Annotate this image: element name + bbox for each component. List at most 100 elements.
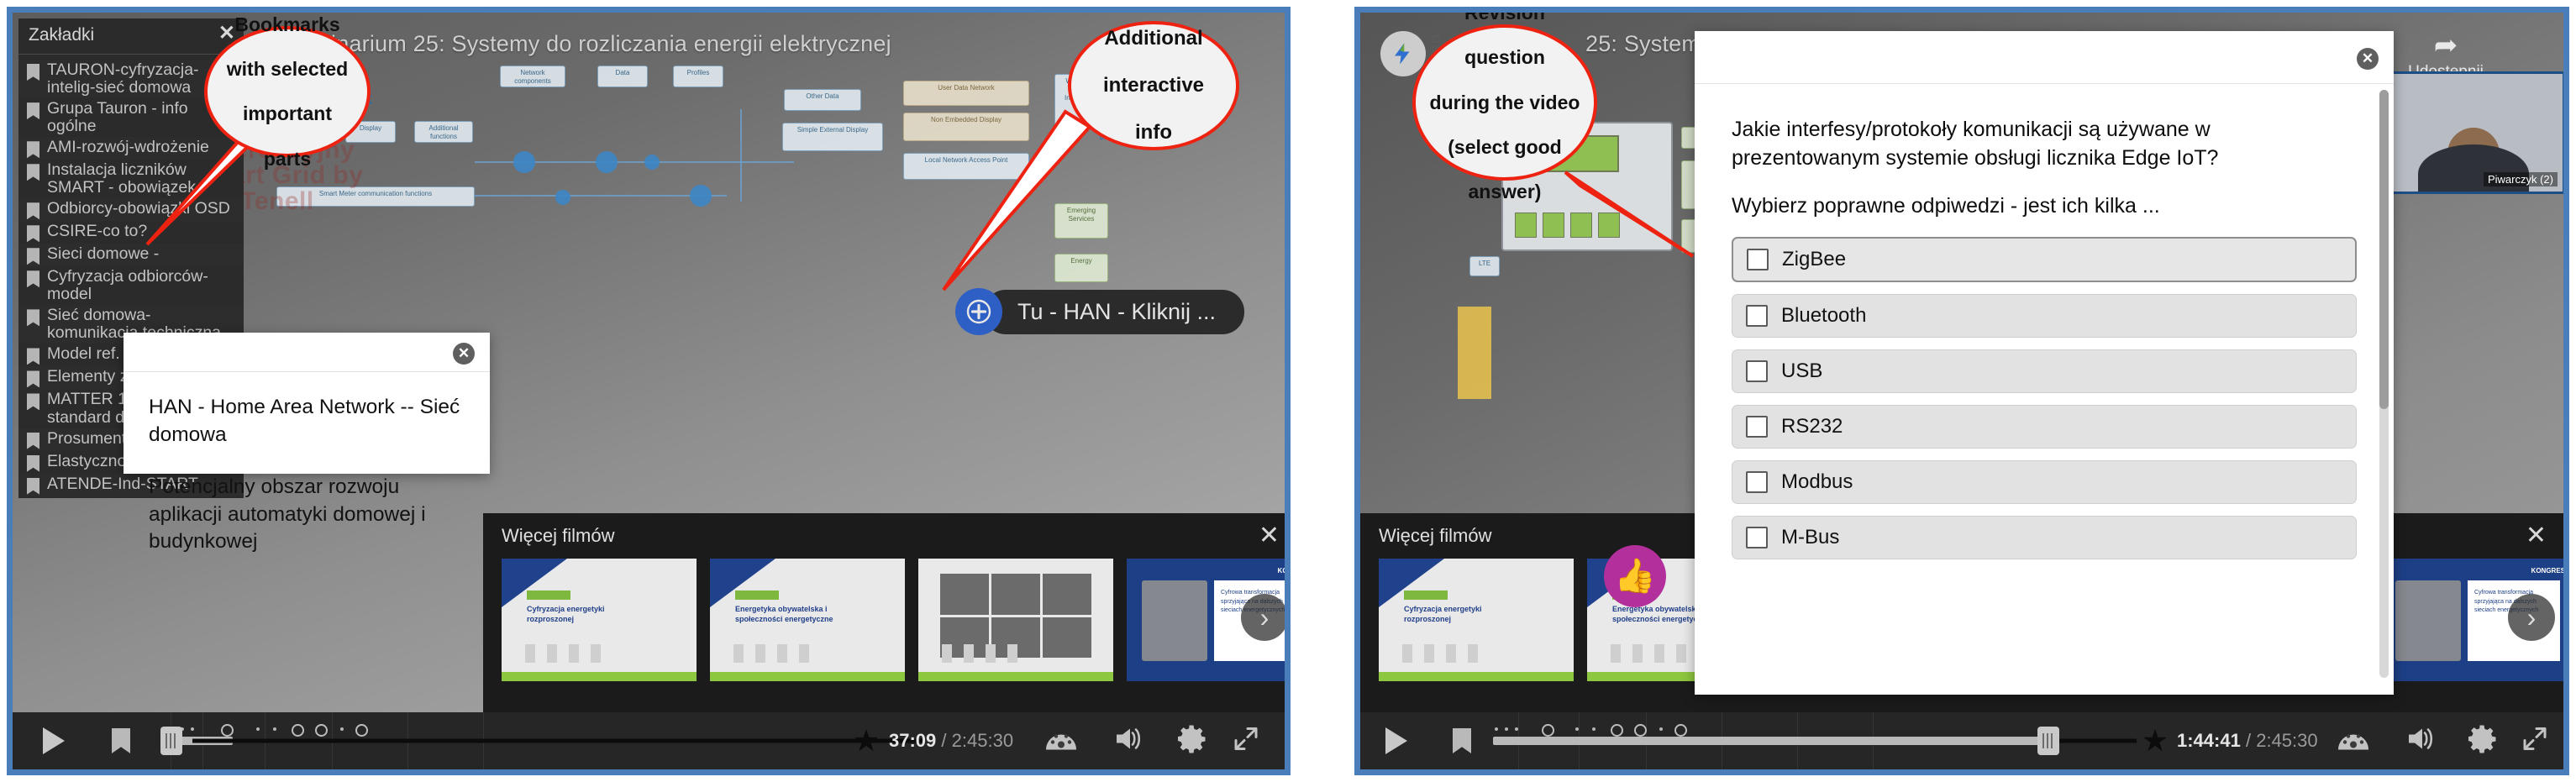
play-button[interactable] (1385, 727, 1407, 754)
chapter-markers (1493, 719, 1795, 737)
settings-button[interactable] (1177, 725, 1206, 758)
bookmarks-header: Zakładki ✕ (18, 18, 244, 55)
left-hotspot-label[interactable]: Tu - HAN - Kliknij ... (984, 289, 1245, 334)
seek-track[interactable] (192, 738, 925, 743)
participant-video-tile[interactable]: Piwarczyk (2) (2382, 71, 2563, 194)
chevron-right-icon[interactable]: › (2508, 594, 2555, 641)
bookmark-item[interactable]: CSIRE-co to? (18, 221, 244, 244)
revision-question-callout: Revision question during the video (sele… (1412, 13, 1597, 202)
star-marker-icon[interactable] (2143, 729, 2167, 752)
quiz-option[interactable]: ZigBee (1732, 237, 2357, 282)
speed-button[interactable] (1044, 725, 1078, 758)
quiz-option[interactable]: Bluetooth (1732, 294, 2357, 338)
bookmark-icon (27, 348, 39, 365)
bookmark-icon (27, 248, 39, 265)
checkbox-icon[interactable] (1746, 471, 1768, 493)
checkbox-icon[interactable] (1746, 305, 1768, 327)
slide-box: Emerging Services (1054, 203, 1108, 239)
close-icon[interactable]: ✕ (2526, 523, 2547, 548)
slide-box: Local Network Access Point (903, 153, 1029, 180)
bookmark-item[interactable]: AMI-rozwój-wdrożenie (18, 137, 244, 160)
screenshot-root: 1 Seminarium 25: Systemy do rozliczania … (0, 0, 2576, 782)
left-info-popup: ✕ HAN - Home Area Network -- Sieć domowa… (124, 333, 490, 553)
close-icon[interactable]: ✕ (1259, 523, 1280, 548)
quiz-popup-body: Jakie interfesy/protokoły komunikacji są… (1695, 84, 2394, 559)
bookmark-item[interactable]: Instalacja liczników SMART - obowiązek (18, 160, 244, 198)
gear-icon (2468, 725, 2496, 753)
right-video-canvas[interactable]: 25: Systemy ... Edge IoT ... PRZESTRZEŃ … (1360, 13, 2563, 769)
bookmark-icon (27, 370, 39, 388)
left-timecode: 37:09 / 2:45:30 (889, 730, 1014, 751)
video-thumbnail[interactable]: Cyfryzacja energetyki rozproszonej (502, 559, 697, 681)
bookmark-icon (27, 432, 39, 449)
share-icon: ➦ (2433, 29, 2458, 61)
bookmark-icon (27, 454, 39, 472)
play-button[interactable] (43, 727, 65, 754)
bookmark-item[interactable]: Sieci domowe - (18, 244, 244, 266)
checkbox-icon[interactable] (1746, 360, 1768, 382)
bookmark-icon (27, 393, 39, 411)
quiz-option[interactable]: Modbus (1732, 460, 2357, 504)
volume-icon (2409, 728, 2433, 749)
slide-box: LTE (1469, 256, 1500, 276)
checkbox-icon[interactable] (1746, 527, 1768, 548)
seek-handle[interactable] (160, 727, 182, 755)
volume-button[interactable] (2405, 725, 2439, 758)
interactive-info-callout: Additional interactive info (1068, 21, 1239, 150)
slide-box: Simple External Display (782, 123, 883, 151)
thumbs-up-icon[interactable]: 👍 (1604, 545, 1666, 607)
left-thumbnail-strip[interactable]: Cyfryzacja energetyki rozproszonej Energ… (502, 559, 1285, 681)
left-hotspot-button[interactable]: Tu - HAN - Kliknij ... (955, 288, 1245, 335)
fullscreen-button[interactable] (1233, 726, 1259, 757)
close-icon[interactable]: ✕ (453, 343, 475, 365)
bookmark-icon (27, 202, 39, 220)
quiz-popup-header: ✕ (1695, 31, 2394, 84)
plus-circle-icon[interactable] (955, 288, 1002, 335)
info-popup-header: ✕ (124, 333, 490, 372)
fullscreen-icon (1234, 727, 1258, 750)
fullscreen-button[interactable] (2521, 726, 2548, 757)
play-icon (1385, 727, 1407, 754)
speed-icon (2338, 734, 2368, 750)
bookmark-icon (27, 225, 39, 243)
left-video-canvas[interactable]: 1 Seminarium 25: Systemy do rozliczania … (13, 13, 1285, 769)
quiz-option[interactable]: USB (1732, 349, 2357, 393)
video-thumbnail[interactable]: Energetyka obywatelska i społeczności en… (710, 559, 905, 681)
bookmark-item[interactable]: Odbiorcy-obowiązki OSD (18, 198, 244, 221)
close-icon[interactable]: ✕ (2357, 48, 2379, 70)
quiz-scrollbar-thumb[interactable] (2379, 90, 2389, 409)
slide-box: User Data Network (903, 81, 1029, 106)
bookmark-item[interactable]: Cyfryzacja odbiorców- model (18, 266, 244, 305)
bookmarks-callout: Bookmarks with selected important parts (204, 13, 371, 170)
slide-box: Profiles (673, 66, 723, 87)
bookmark-icon (1453, 728, 1471, 753)
left-more-videos-panel: Więcej filmów ✕ Cyfryzacja energetyki ro… (483, 513, 1285, 727)
seek-handle[interactable] (2037, 727, 2059, 755)
seek-progress[interactable] (1493, 737, 2048, 745)
bookmarks-title: Zakładki (29, 25, 95, 45)
checkbox-icon[interactable] (1747, 249, 1769, 270)
quiz-scrollbar-track[interactable] (2379, 90, 2389, 678)
settings-button[interactable] (2468, 725, 2496, 758)
quiz-option[interactable]: M-Bus (1732, 516, 2357, 559)
video-thumbnail[interactable]: Cyfryzacja energetyki rozproszonej (1379, 559, 1574, 681)
gear-icon (1178, 725, 1206, 753)
bookmark-icon (27, 477, 39, 495)
video-thumbnail[interactable] (918, 559, 1113, 681)
volume-button[interactable] (1113, 725, 1147, 758)
slide-box: Energy (1054, 254, 1108, 282)
chapter-markers (169, 719, 505, 737)
add-bookmark-button[interactable] (1453, 728, 1471, 753)
checkbox-icon[interactable] (1746, 416, 1768, 438)
chevron-right-icon[interactable]: › (1241, 594, 1285, 641)
seek-track[interactable] (2048, 738, 2137, 743)
info-popup-body: HAN - Home Area Network -- Sieć domowa P… (124, 372, 490, 603)
quiz-instruction: Wybierz poprawne odpiwedzi - jest ich ki… (1732, 194, 2160, 218)
quiz-option[interactable]: RS232 (1732, 405, 2357, 449)
slide-box: Data (597, 66, 648, 87)
bookmark-icon (27, 64, 39, 81)
add-bookmark-button[interactable] (112, 728, 130, 753)
speed-button[interactable] (2337, 725, 2370, 758)
bookmark-icon (27, 164, 39, 181)
slide-box: Non Embedded Display (903, 113, 1029, 141)
